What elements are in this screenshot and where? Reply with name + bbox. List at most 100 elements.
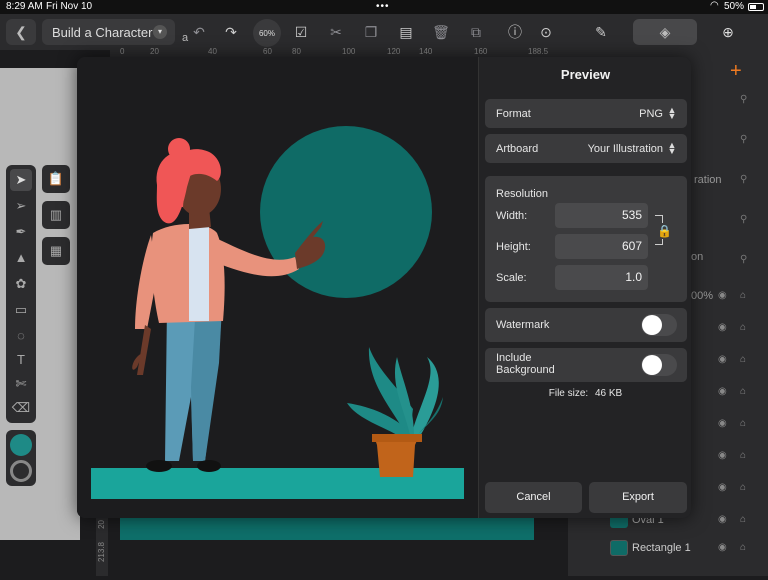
include-background-label: Include Background: [496, 352, 555, 376]
scissors-tool-icon[interactable]: ✄: [10, 373, 32, 395]
document-title-button[interactable]: Build a Character ▾: [42, 19, 175, 45]
style-brush-icon[interactable]: ✎: [590, 22, 612, 42]
battery-level: 50%: [724, 1, 745, 12]
scale-field[interactable]: 1.0: [555, 265, 648, 290]
format-value: PNG: [639, 108, 663, 120]
pen-tool-icon[interactable]: ✒: [10, 221, 32, 243]
export-settings-panel: Preview Format PNG ▲ ▼ Artboard Your Illu…: [478, 57, 691, 518]
ruler-tick: 60: [263, 47, 272, 56]
more-options-icon[interactable]: ⊙: [535, 22, 557, 42]
ruler-tick: 188.5: [528, 47, 549, 56]
pin-icon[interactable]: ⚲: [740, 174, 747, 185]
rectangle-tool-icon[interactable]: ▭: [10, 299, 32, 321]
lock-open-icon[interactable]: ⌂: [740, 542, 746, 553]
artboard-select[interactable]: Artboard Your Illustration ▲ ▼: [485, 134, 687, 163]
layer-label: ration: [694, 174, 722, 186]
clipboard-icon[interactable]: 📋: [42, 165, 70, 193]
eye-icon[interactable]: ◉: [718, 482, 727, 493]
chevron-left-icon: ❮: [15, 23, 27, 40]
eye-icon[interactable]: ◉: [718, 542, 727, 553]
status-date: Fri Nov 10: [46, 1, 93, 12]
lock-open-icon[interactable]: ⌂: [740, 514, 746, 525]
lock-open-icon[interactable]: ⌂: [740, 290, 746, 301]
toggle-knob: [642, 355, 662, 375]
lasso-tool-icon[interactable]: ◌: [10, 325, 32, 347]
pin-icon[interactable]: ⚲: [740, 254, 747, 265]
back-button[interactable]: ❮: [6, 19, 36, 45]
lock-open-icon[interactable]: ⌂: [740, 418, 746, 429]
lock-open-icon[interactable]: ⌂: [740, 450, 746, 461]
layer-label: on: [691, 251, 704, 263]
lock-open-icon[interactable]: ⌂: [740, 354, 746, 365]
zoom-level: 60%: [258, 29, 275, 38]
up-down-chevron-icon: ▲ ▼: [667, 105, 677, 121]
image-icon[interactable]: ▦: [42, 237, 70, 265]
redo-icon[interactable]: ↷: [220, 22, 242, 42]
cut-icon[interactable]: ✂: [325, 22, 347, 42]
undo-icon[interactable]: ↶: [188, 22, 210, 42]
multitask-dots-icon[interactable]: •••: [376, 1, 390, 12]
height-label: Height:: [496, 241, 531, 253]
status-bar: 8:29 AM Fri Nov 10 ••• ◠ 50%: [0, 0, 768, 14]
pin-icon[interactable]: ⚲: [740, 94, 747, 105]
brush-tool-icon[interactable]: ✿: [10, 273, 32, 295]
watermark-row: Watermark: [485, 308, 687, 342]
fill-color-swatch[interactable]: [10, 434, 32, 456]
eraser-tool-icon[interactable]: ⌫: [10, 397, 32, 419]
pin-icon[interactable]: ⚲: [740, 214, 747, 225]
zoom-button[interactable]: 60%: [253, 19, 281, 47]
width-field[interactable]: 535: [555, 203, 648, 228]
eye-icon[interactable]: ◉: [718, 322, 727, 333]
export-button[interactable]: Export: [589, 482, 687, 513]
vruler-tick: 213.8: [97, 542, 106, 563]
lock-open-icon[interactable]: ⌂: [740, 386, 746, 397]
eye-icon[interactable]: ◉: [718, 354, 727, 365]
export-preview-dialog: Preview Format PNG ▲ ▼ Artboard Your Illu…: [77, 57, 691, 518]
select-tool-icon[interactable]: ➤: [10, 169, 32, 191]
text-tool-icon[interactable]: T: [10, 349, 32, 371]
lock-open-icon[interactable]: ⌂: [740, 322, 746, 333]
paste-icon[interactable]: ▤: [395, 22, 417, 42]
eye-icon[interactable]: ◉: [718, 290, 727, 301]
artboard-label: Artboard: [496, 143, 539, 155]
cancel-button[interactable]: Cancel: [485, 482, 582, 513]
add-layer-icon[interactable]: +: [730, 60, 742, 83]
help-icon[interactable]: ⓘ: [504, 22, 526, 42]
document-icon[interactable]: ▥: [42, 201, 70, 229]
eye-icon[interactable]: ◉: [718, 450, 727, 461]
direct-select-tool-icon[interactable]: ➢: [10, 195, 32, 217]
vertical-ruler: 20 213.8: [96, 516, 108, 576]
pin-icon[interactable]: ⚲: [740, 134, 747, 145]
include-background-row: Include Background: [485, 348, 687, 382]
resolution-group: Resolution Width: 535 Height: 607 Scale:…: [485, 176, 687, 302]
illustration-preview: [91, 126, 464, 499]
artboard-value: Your Illustration: [587, 143, 663, 155]
copy-icon[interactable]: ❐: [360, 22, 382, 42]
stroke-color-swatch[interactable]: [10, 460, 32, 482]
pencil-tool-icon[interactable]: ▲: [10, 247, 32, 269]
delete-icon[interactable]: 🗑: [430, 22, 452, 42]
lock-open-icon[interactable]: ⌂: [740, 482, 746, 493]
ruler-tick: 160: [474, 47, 488, 56]
format-select[interactable]: Format PNG ▲ ▼: [485, 99, 687, 128]
layer-thumbnail: [610, 540, 628, 556]
watermark-toggle[interactable]: [641, 314, 677, 336]
eye-icon[interactable]: ◉: [718, 514, 727, 525]
ruler-tick: 120: [387, 47, 401, 56]
eye-icon[interactable]: ◉: [718, 386, 727, 397]
height-field[interactable]: 607: [555, 234, 648, 259]
duplicate-icon[interactable]: ⧉: [465, 22, 487, 42]
select-all-icon[interactable]: ☑: [290, 22, 312, 42]
layers-tab-button[interactable]: ◈: [633, 19, 697, 45]
preview-area: [77, 57, 478, 518]
watermark-label: Watermark: [496, 319, 550, 331]
eye-icon[interactable]: ◉: [718, 418, 727, 429]
tool-palette: ➤ ➢ ✒ ▲ ✿ ▭ ◌ T ✄ ⌫: [6, 165, 36, 423]
add-panel-icon[interactable]: ⊕: [717, 22, 739, 42]
lock-icon[interactable]: 🔒: [657, 223, 672, 239]
resolution-heading: Resolution: [496, 188, 548, 200]
include-background-toggle[interactable]: [641, 354, 677, 376]
file-size-label: File size:: [548, 388, 589, 399]
ruler-tick: 20: [150, 47, 159, 56]
layer-row-rectangle[interactable]: Rectangle 1 ◉ ⌂: [568, 540, 768, 580]
